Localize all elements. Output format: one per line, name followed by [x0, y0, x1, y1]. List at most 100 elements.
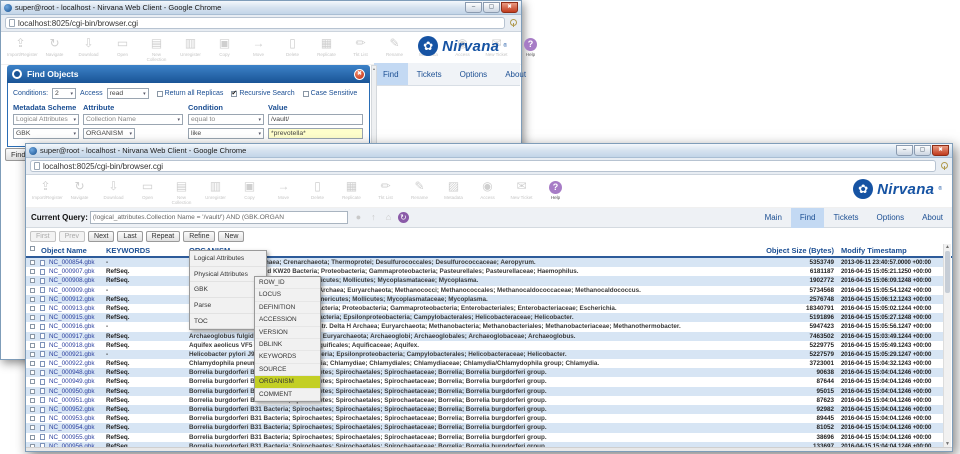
vertical-scrollbar[interactable]: ▲ ▼ [943, 244, 951, 447]
row-checkbox[interactable] [30, 416, 35, 421]
menu-item[interactable]: DBLINK [255, 339, 320, 351]
menu-item[interactable]: SOURCE [255, 364, 320, 376]
menu-item[interactable]: ROW_ID [255, 277, 320, 289]
menu-item[interactable]: KEYWORDS [255, 351, 320, 363]
nav-tab[interactable]: Find [374, 63, 408, 85]
row-checkbox[interactable] [30, 324, 35, 329]
row-checkbox[interactable] [30, 370, 35, 375]
minimize-button[interactable] [465, 2, 482, 13]
value-input[interactable]: /vault/ [268, 114, 363, 125]
menu-item[interactable]: LOCUS [255, 289, 320, 301]
condition-select[interactable]: equal to [188, 114, 264, 125]
nav-tab[interactable]: Options [451, 63, 497, 85]
select-all-checkbox[interactable] [30, 246, 35, 251]
metadata-scheme-select[interactable]: GBK [13, 128, 79, 139]
row-checkbox[interactable] [30, 398, 35, 403]
menu-item[interactable]: COMMENT [255, 389, 320, 401]
nav-button[interactable]: Next [88, 231, 114, 242]
key-icon[interactable] [509, 19, 517, 27]
menu-item[interactable]: Logical Attributes [190, 251, 266, 267]
toolbar-item[interactable]: ▦ Replicate [313, 34, 340, 62]
object-name-link[interactable]: NC_000913.gbk [49, 304, 95, 313]
row-checkbox[interactable] [30, 260, 35, 265]
toolbar-item[interactable]: ▯ Delete [304, 177, 331, 205]
object-name-link[interactable]: NC_000909.gbk [49, 286, 95, 295]
horizontal-scrollbar[interactable] [26, 447, 952, 451]
object-size-header[interactable]: Object Size (Bytes) [726, 246, 834, 255]
attribute-select[interactable]: Collection Name [83, 114, 183, 125]
menu-item[interactable]: ORGANISM [255, 376, 320, 388]
object-name-link[interactable]: NC_000854.gbk [49, 258, 95, 267]
toolbar-item[interactable]: ▭ Open [134, 177, 161, 205]
conditions-count-select[interactable]: 2 [52, 88, 76, 99]
toolbar-item[interactable]: ⇪ Import/Register [7, 34, 34, 62]
row-checkbox[interactable] [30, 269, 35, 274]
toolbar-item[interactable]: → Move [270, 177, 297, 205]
object-name-link[interactable]: NC_000954.gbk [49, 423, 95, 432]
row-checkbox[interactable] [30, 334, 35, 339]
toolbar-item[interactable]: ✏ Tkt List [347, 34, 374, 62]
home-icon[interactable]: ⌂ [383, 212, 394, 223]
object-name-link[interactable]: NC_000916.gbk [49, 322, 95, 331]
object-name-link[interactable]: NC_000953.gbk [49, 414, 95, 423]
nav-button[interactable]: New [218, 231, 244, 242]
front-url-bar[interactable]: localhost:8025/cgi-bin/browser.cgi [30, 160, 936, 172]
nav-tab[interactable]: About [496, 63, 535, 85]
attribute-select[interactable]: ORGANISM [83, 128, 135, 139]
row-checkbox[interactable] [30, 425, 35, 430]
checkbox[interactable] [231, 91, 237, 97]
row-checkbox[interactable] [30, 361, 35, 366]
object-name-link[interactable]: NC_000915.gbk [49, 313, 95, 322]
object-name-link[interactable]: NC_000955.gbk [49, 433, 95, 442]
toolbar-item[interactable]: ⇪ Import/Register [32, 177, 59, 205]
row-checkbox[interactable] [30, 379, 35, 384]
object-name-link[interactable]: NC_000921.gbk [49, 350, 95, 359]
row-checkbox[interactable] [30, 352, 35, 357]
scroll-up-icon[interactable]: ▲ [944, 244, 951, 250]
toolbar-item[interactable]: ▣ Copy [236, 177, 263, 205]
scrollbar-thumb[interactable] [945, 251, 950, 293]
toolbar-item[interactable]: ▤ New Collection [168, 177, 195, 205]
refresh-icon[interactable]: ↻ [398, 212, 409, 223]
maximize-button[interactable] [483, 2, 500, 13]
nav-button[interactable]: Refine [183, 231, 215, 242]
object-name-link[interactable]: NC_000951.gbk [49, 396, 95, 405]
dialog-close-icon[interactable] [354, 69, 365, 80]
stop-icon[interactable]: ● [353, 212, 364, 223]
access-select[interactable]: read [107, 88, 149, 99]
object-name-link[interactable]: NC_000907.gbk [49, 267, 95, 276]
object-name-link[interactable]: NC_000948.gbk [49, 368, 95, 377]
toolbar-item[interactable]: ↻ Navigate [41, 34, 68, 62]
toolbar-item[interactable]: ✎ Rename [381, 34, 408, 62]
nav-tab[interactable]: Tickets [408, 63, 451, 85]
object-name-link[interactable]: NC_000918.gbk [49, 341, 95, 350]
nav-button[interactable]: Last [117, 231, 142, 242]
object-name-link[interactable]: NC_000912.gbk [49, 295, 95, 304]
condition-select[interactable]: like [188, 128, 264, 139]
toolbar-item[interactable]: ✉ New Ticket [508, 177, 535, 205]
row-checkbox[interactable] [30, 297, 35, 302]
toolbar-item[interactable]: ▣ Copy [211, 34, 238, 62]
nav-button[interactable]: Prev [59, 231, 85, 242]
toolbar-item[interactable]: ? Help [517, 34, 544, 62]
minimize-button[interactable] [896, 145, 913, 156]
checkbox[interactable] [303, 91, 309, 97]
keywords-header[interactable]: KEYWORDS [106, 246, 150, 255]
toolbar-item[interactable]: ▥ Unregister [202, 177, 229, 205]
front-title-bar[interactable]: super@root - localhost - Nirvana Web Cli… [26, 144, 952, 158]
up-icon[interactable]: ↑ [368, 212, 379, 223]
value-input[interactable]: *prevotella* [268, 128, 363, 139]
toolbar-item[interactable]: ▥ Unregister [177, 34, 204, 62]
menu-item[interactable]: DEFINITION [255, 302, 320, 314]
nav-tab[interactable]: Options [868, 208, 914, 228]
object-name-link[interactable]: NC_000952.gbk [49, 405, 95, 414]
nav-tab[interactable]: Main [756, 208, 791, 228]
nav-tab[interactable]: About [913, 208, 952, 228]
row-checkbox[interactable] [30, 389, 35, 394]
toolbar-item[interactable]: ✎ Rename [406, 177, 433, 205]
toolbar-item[interactable]: ▦ Replicate [338, 177, 365, 205]
toolbar-item[interactable]: ▭ Open [109, 34, 136, 62]
object-name-link[interactable]: NC_000908.gbk [49, 276, 95, 285]
back-title-bar[interactable]: super@root - localhost - Nirvana Web Cli… [1, 1, 521, 15]
modify-timestamp-header[interactable]: Modify Timestamp [841, 246, 907, 255]
